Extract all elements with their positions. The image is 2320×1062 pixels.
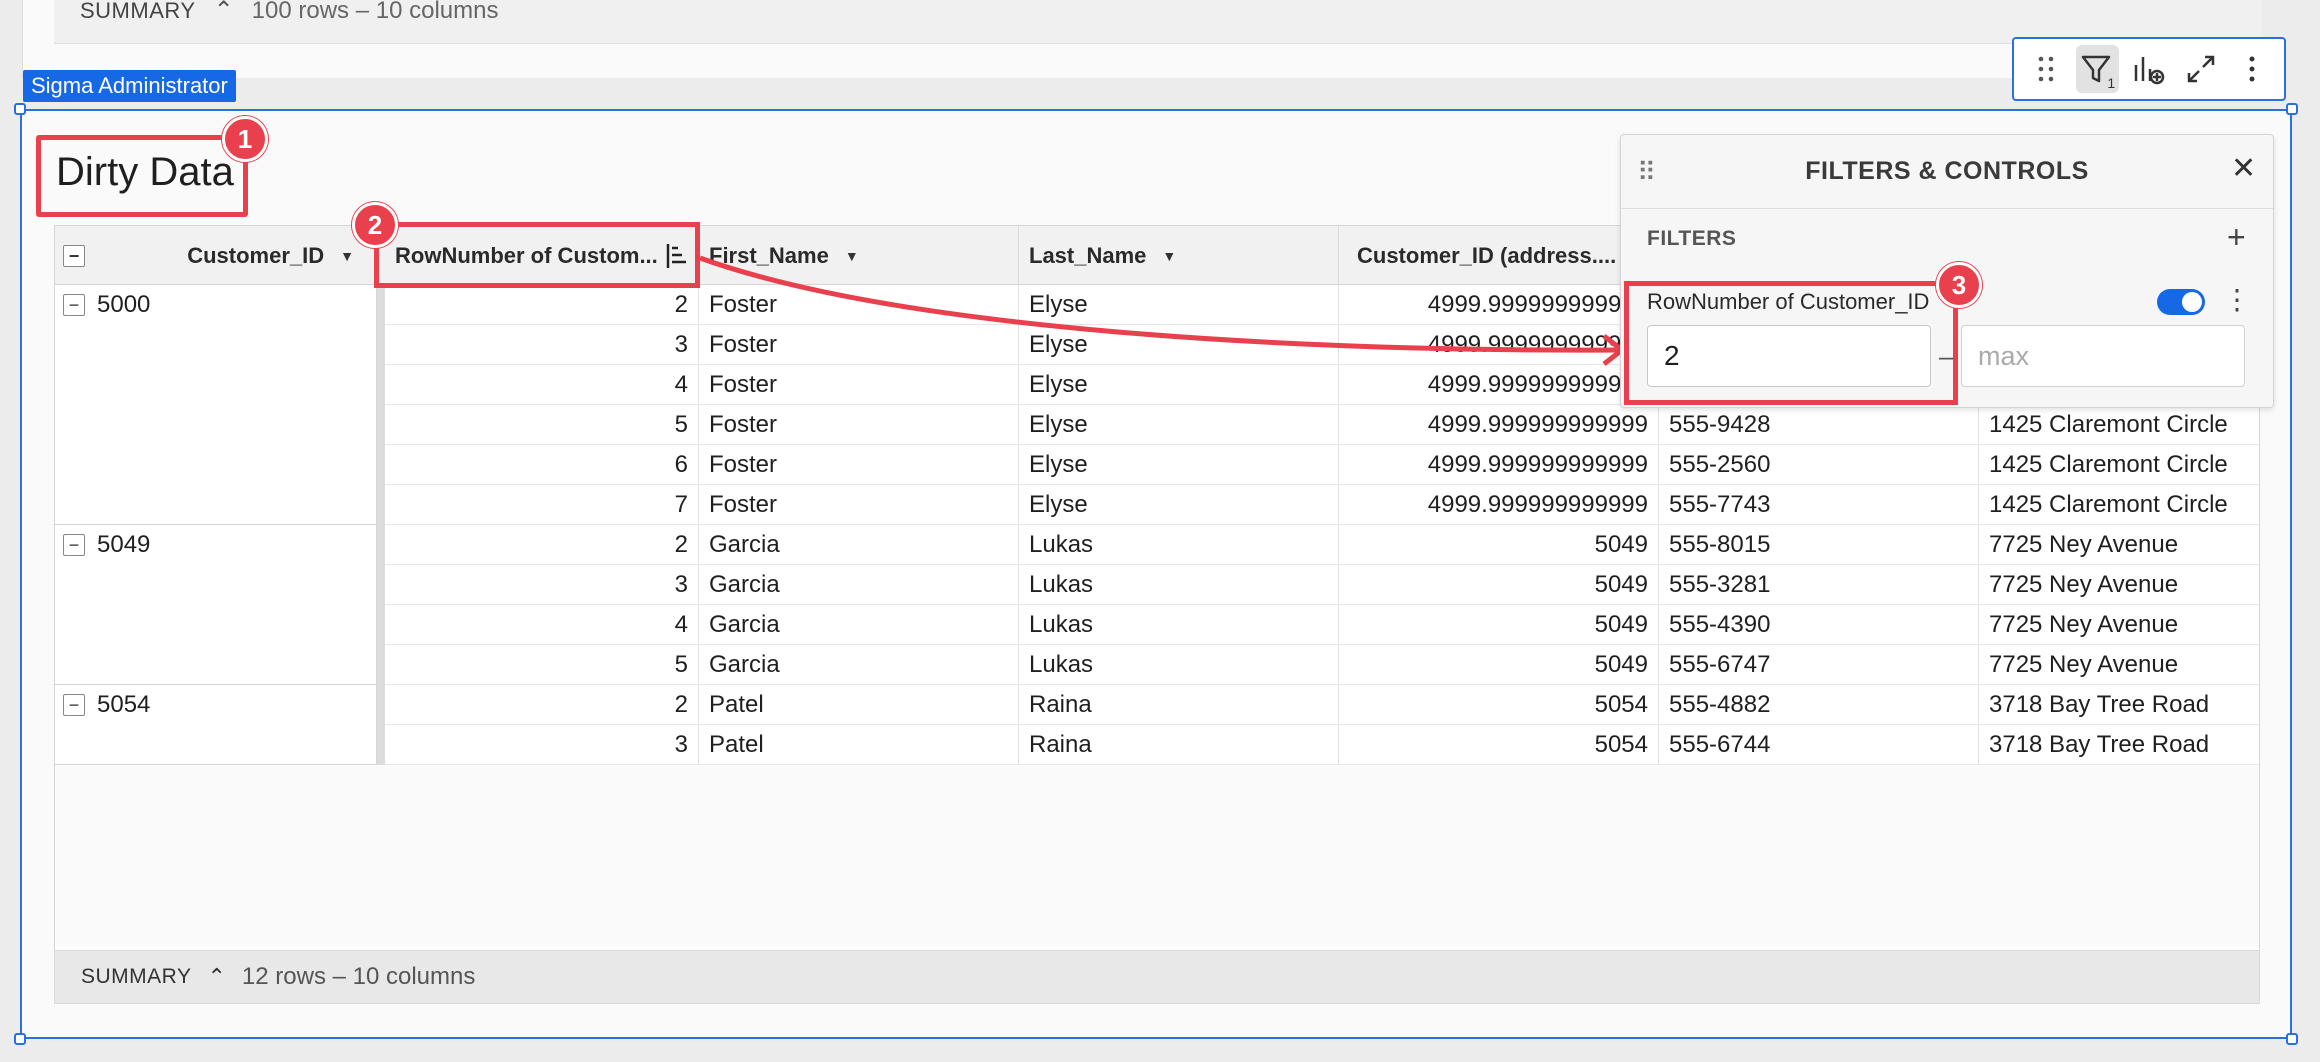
callout-badge: 3 bbox=[1936, 262, 1982, 308]
filters-section-label: FILTERS bbox=[1647, 227, 1737, 250]
close-icon[interactable]: ✕ bbox=[2231, 151, 2256, 186]
panel-header: ⠿ FILTERS & CONTROLS ✕ bbox=[1621, 135, 2273, 209]
filter-max-input[interactable]: max bbox=[1961, 325, 2245, 387]
filter-highlight bbox=[1624, 281, 1958, 405]
more-icon[interactable]: ⋮ bbox=[2223, 283, 2251, 316]
add-filter-icon[interactable]: + bbox=[2227, 219, 2246, 256]
filter-toggle[interactable] bbox=[2157, 289, 2205, 315]
panel-title: FILTERS & CONTROLS bbox=[1805, 157, 2089, 185]
